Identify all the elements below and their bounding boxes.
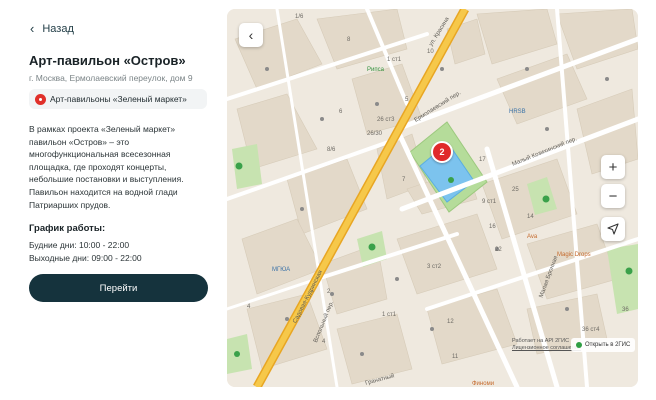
house-number: 16	[489, 224, 496, 230]
poi-label: МГЮА	[272, 267, 291, 273]
poi-label: HRSB	[509, 109, 526, 115]
place-address: г. Москва, Ермолаевский переулок, дом 9	[29, 73, 193, 83]
locate-button[interactable]	[601, 217, 625, 241]
house-number: 2	[327, 289, 331, 295]
house-number: 6	[339, 109, 343, 115]
house-number: 10	[427, 49, 434, 55]
house-number: 4	[247, 304, 251, 310]
house-number: 14	[527, 214, 534, 220]
poi-label: Ava	[527, 234, 538, 240]
go-button[interactable]: Перейти	[29, 274, 208, 302]
back-label: Назад	[42, 22, 74, 35]
navigation-arrow-icon	[607, 223, 619, 235]
house-number: 36 ст4	[582, 327, 600, 333]
2gis-logo-icon	[576, 342, 582, 348]
schedule-weekends: Выходные дни: 09:00 - 22:00	[29, 253, 142, 263]
map-canvas	[227, 9, 638, 387]
cluster-marker[interactable]: 2	[431, 141, 453, 163]
house-number: 36	[622, 307, 629, 313]
zoom-in-button[interactable]: +	[601, 155, 625, 179]
poi-label: Magic Drops	[557, 252, 591, 258]
house-number: 12	[447, 319, 454, 325]
schedule-title: График работы:	[29, 223, 106, 234]
house-number: 26 ст3	[377, 117, 395, 123]
poi-label: Финоми	[472, 381, 495, 387]
house-number: 1/6	[295, 14, 304, 20]
place-title: Арт-павильон «Остров»	[29, 53, 186, 68]
map-view[interactable]: ул. Красина Ермолаевский пер. Малый Кози…	[227, 9, 638, 387]
place-description: В рамках проекта «Зеленый маркет» павиль…	[29, 124, 184, 210]
category-label: Арт-павильоны «Зеленый маркет»	[50, 94, 187, 104]
house-number: 1 ст1	[382, 312, 397, 318]
house-number: 3 ст2	[427, 264, 442, 270]
house-number: 11	[452, 354, 459, 360]
house-number: 26/30	[367, 131, 383, 137]
house-number: 5	[405, 97, 409, 103]
house-number: 22	[495, 247, 502, 253]
category-badge: Арт-павильоны «Зеленый маркет»	[29, 89, 207, 109]
place-panel: ‹ Назад Арт-павильон «Остров» г. Москва,…	[0, 0, 226, 400]
house-number: 1 ст1	[387, 57, 402, 63]
house-number: 9 ст1	[482, 199, 497, 205]
house-number: 8/6	[327, 147, 336, 153]
zoom-out-button[interactable]: −	[601, 184, 625, 208]
category-marker-icon	[35, 93, 46, 105]
poi-label: Рипса	[367, 67, 384, 73]
house-number: 25	[512, 187, 519, 193]
house-number: 8	[347, 37, 351, 43]
chevron-left-icon: ‹	[30, 21, 35, 36]
house-number: 4	[322, 339, 326, 345]
house-number: 17	[479, 157, 486, 163]
open-in-2gis-button[interactable]: Открыть в 2ГИС	[571, 338, 636, 352]
schedule-weekdays: Будние дни: 10:00 - 22:00	[29, 240, 130, 250]
house-number: 7	[402, 177, 406, 183]
collapse-map-button[interactable]: ‹	[239, 23, 263, 47]
open-in-2gis-label: Открыть в 2ГИС	[585, 342, 631, 348]
back-button[interactable]: ‹ Назад	[30, 22, 74, 35]
chevron-left-icon: ‹	[248, 27, 254, 43]
